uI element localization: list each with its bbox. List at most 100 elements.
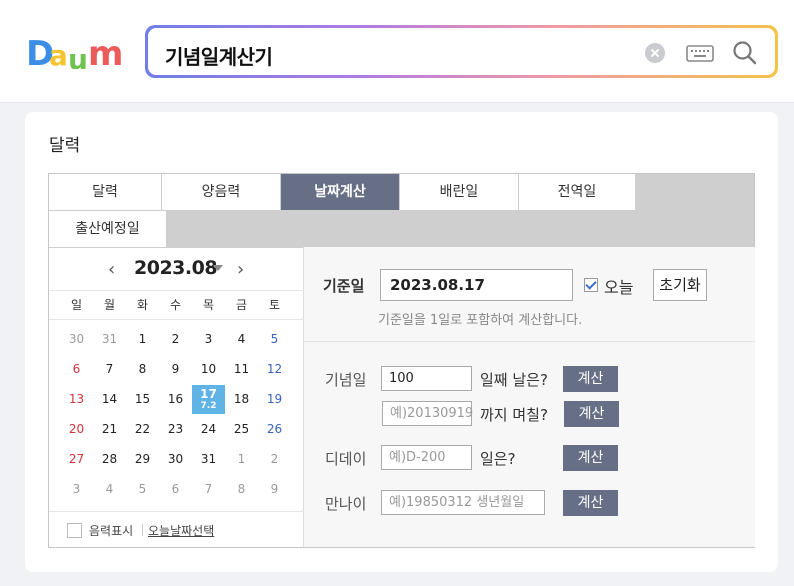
next-month-button[interactable]: › [237, 259, 244, 280]
prev-month-button[interactable]: ‹ [108, 259, 115, 280]
lunar-display-label: 음력표시 [89, 524, 134, 538]
base-date-label: 기준일 [323, 277, 365, 295]
calendar-day[interactable]: 3 [60, 475, 93, 504]
base-date-input[interactable]: 2023.08.17 [380, 269, 573, 301]
calendar-day[interactable]: 23 [159, 415, 192, 444]
dday-input[interactable]: 예)D-200 [381, 445, 472, 470]
dday-suffix: 일은? [480, 450, 516, 468]
calendar-day[interactable]: 21 [93, 415, 126, 444]
calendar-day[interactable]: 7 [93, 355, 126, 384]
today-label: 오늘 [604, 278, 634, 297]
calendar-day[interactable]: 24 [192, 415, 225, 444]
calendar-day[interactable]: 25 [225, 415, 258, 444]
calendar-day[interactable]: 15 [126, 385, 159, 414]
calendar-day[interactable]: 28 [93, 445, 126, 474]
calendar-day[interactable]: 4 [93, 475, 126, 504]
calendar-day[interactable]: 8 [225, 475, 258, 504]
tab-bar: 달력 양음력 날짜계산 배란일 전역일 출산예정일 [48, 173, 755, 248]
search-input[interactable]: 기념일계산기 [165, 41, 273, 70]
calendar-day[interactable]: 10 [192, 355, 225, 384]
weekday-label: 일 [70, 298, 83, 312]
svg-text:m: m [88, 35, 123, 69]
tab-due-date[interactable]: 출산예정일 [49, 211, 167, 248]
calendar-day[interactable]: 22 [126, 415, 159, 444]
calendar-day[interactable]: 29 [126, 445, 159, 474]
calendar-nav: ‹ 2023.08 › [49, 257, 304, 281]
date-calculator: 기준일 2023.08.17 오늘 초기화 기준일을 1일로 포함하여 계산합니… [304, 247, 755, 547]
calendar-day[interactable]: 4 [225, 325, 258, 354]
calendar-day[interactable]: 2 [258, 445, 291, 474]
select-today-link[interactable]: 오늘날짜선택 [148, 522, 214, 539]
header: D a u m 기념일계산기 [0, 0, 794, 103]
calendar-day[interactable]: 9 [258, 475, 291, 504]
calendar-day[interactable]: 1 [225, 445, 258, 474]
calendar-day[interactable]: 6 [159, 475, 192, 504]
calendar-day[interactable]: 5 [258, 325, 291, 354]
reset-button[interactable]: 초기화 [653, 269, 707, 301]
weekday-label: 수 [169, 298, 182, 312]
calendar-day[interactable]: 13 [60, 385, 93, 414]
calendar-day[interactable]: 18 [225, 385, 258, 414]
calendar-day[interactable]: 19 [258, 385, 291, 414]
calendar-day[interactable]: 14 [93, 385, 126, 414]
base-date-section: 기준일 2023.08.17 오늘 초기화 기준일을 1일로 포함하여 계산합니… [304, 247, 755, 342]
tab-date-calc[interactable]: 날짜계산 [281, 174, 400, 211]
calendar-day[interactable]: 1 [126, 325, 159, 354]
tab-calendar[interactable]: 달력 [49, 174, 162, 211]
calendar-day[interactable]: 3 [192, 325, 225, 354]
tab-lunar-solar[interactable]: 양음력 [162, 174, 281, 211]
calendar-day[interactable]: 20 [60, 415, 93, 444]
svg-text:a: a [49, 39, 68, 69]
dday-label: 디데이 [325, 450, 367, 468]
birthdate-input[interactable]: 예)19850312 생년월일 [381, 490, 545, 515]
calendar-day[interactable]: 8 [126, 355, 159, 384]
lunar-display-checkbox[interactable] [67, 523, 82, 538]
anniversary-suffix: 일째 날은? [480, 371, 548, 389]
today-checkbox[interactable] [584, 278, 598, 292]
calendar-day[interactable]: 31 [192, 445, 225, 474]
calendar-day[interactable]: 12 [258, 355, 291, 384]
month-title: 2023.08 [134, 257, 218, 279]
calendar-day[interactable]: 6 [60, 355, 93, 384]
calendar-day[interactable]: 30 [60, 325, 93, 354]
anniversary-calc-button[interactable]: 계산 [563, 366, 618, 392]
card-title: 달력 [49, 136, 81, 156]
mini-calendar: ‹ 2023.08 › 일 월 화 수 목 금 토 30 31 1 2 3 4 … [49, 247, 304, 547]
anniversary-days-input[interactable]: 100 [381, 366, 472, 391]
calendar-day[interactable]: 31 [93, 325, 126, 354]
selected-day[interactable]: 17 7.2 [192, 385, 225, 414]
until-date-calc-button[interactable]: 계산 [564, 401, 619, 427]
footer-divider [142, 524, 143, 536]
weekday-label: 금 [235, 298, 248, 312]
tab-ovulation[interactable]: 배란일 [400, 174, 519, 211]
tab-discharge[interactable]: 전역일 [519, 174, 636, 211]
calendar-footer: 음력표시 오늘날짜선택 [49, 511, 304, 547]
calendar-day[interactable]: 5 [126, 475, 159, 504]
calendar-day[interactable]: 9 [159, 355, 192, 384]
calendar-day[interactable]: 2 [159, 325, 192, 354]
calendar-day[interactable]: 30 [159, 445, 192, 474]
until-date-input[interactable]: 예)20130919 [382, 401, 473, 426]
calendar-day[interactable]: 7 [192, 475, 225, 504]
weekday-label: 토 [268, 298, 281, 312]
until-date-suffix: 까지 며칠? [480, 406, 548, 424]
age-calc-button[interactable]: 계산 [563, 490, 618, 516]
base-date-hint: 기준일을 1일로 포함하여 계산합니다. [378, 313, 583, 328]
keyboard-icon[interactable] [685, 41, 715, 65]
calendar-day[interactable]: 16 [159, 385, 192, 414]
calendar-day[interactable]: 26 [258, 415, 291, 444]
daum-logo[interactable]: D a u m [26, 35, 126, 69]
month-dropdown-icon[interactable] [213, 265, 223, 271]
search-icon[interactable] [731, 39, 759, 67]
search-box: 기념일계산기 [145, 25, 778, 78]
weekday-label: 화 [136, 298, 149, 312]
calendar-day[interactable]: 27 [60, 445, 93, 474]
dday-calc-button[interactable]: 계산 [563, 445, 618, 471]
weekday-header: 일 월 화 수 목 금 토 [49, 290, 304, 320]
calc-panel: ‹ 2023.08 › 일 월 화 수 목 금 토 30 31 1 2 3 4 … [48, 247, 755, 548]
selected-day-number: 17 [200, 387, 217, 401]
age-label: 만나이 [325, 495, 367, 513]
weekday-label: 월 [103, 298, 116, 312]
clear-icon[interactable] [645, 43, 665, 63]
calendar-day[interactable]: 11 [225, 355, 258, 384]
